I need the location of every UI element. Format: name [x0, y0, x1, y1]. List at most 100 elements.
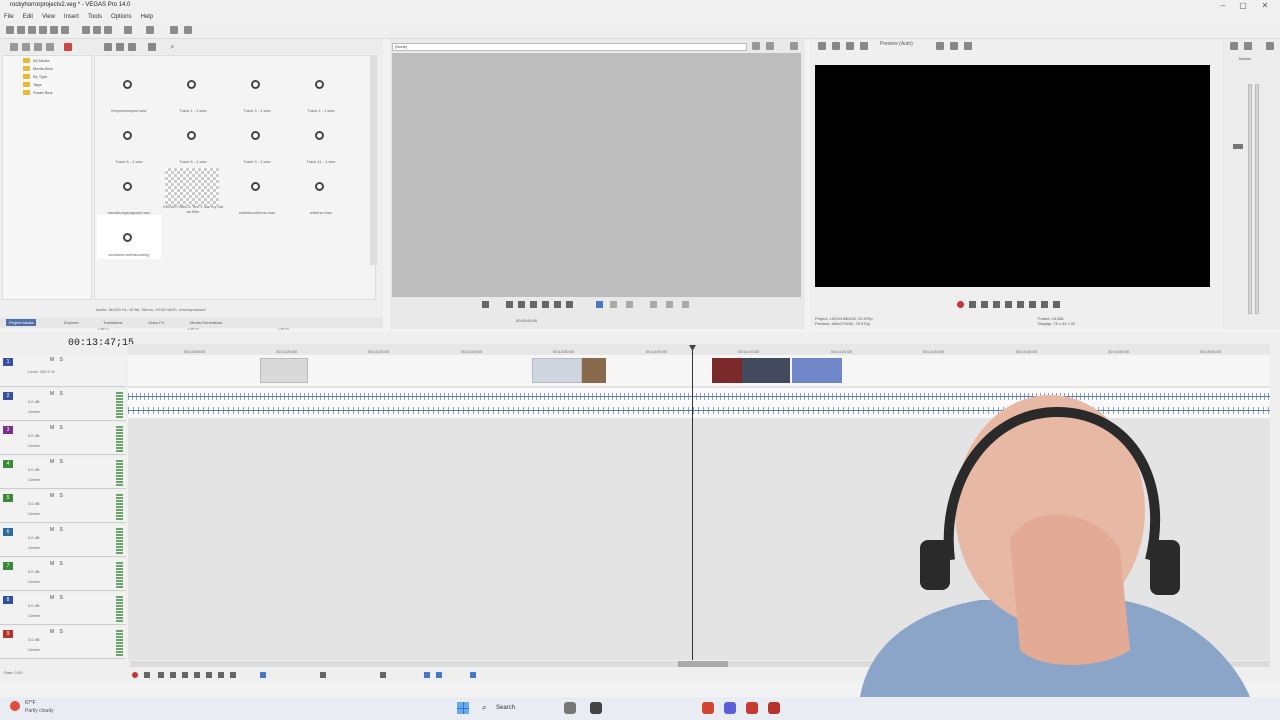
media-item[interactable]: transitionparagraph.wav: [97, 164, 157, 215]
maximize-button[interactable]: ▢: [1236, 1, 1250, 10]
weather-condition[interactable]: Partly cloudy: [25, 708, 54, 714]
close-button[interactable]: ✕: [1258, 1, 1272, 10]
tab-project-media[interactable]: Project Media: [6, 319, 37, 326]
video-clip[interactable]: [532, 358, 582, 383]
stop-icon[interactable]: [1017, 301, 1024, 308]
trim-icon[interactable]: [666, 301, 673, 308]
trimmer-add-icon[interactable]: [766, 42, 774, 50]
media-item[interactable]: Track 6 - 1.wav: [97, 113, 157, 164]
tree-item-media-bins[interactable]: Media Bins: [33, 66, 53, 71]
copy-snapshot-icon[interactable]: [964, 42, 972, 50]
properties-icon[interactable]: [61, 26, 69, 34]
track-header[interactable]: 2 M S 0.0 dB Center: [0, 389, 126, 421]
menu-insert[interactable]: Insert: [64, 12, 79, 22]
video-clip[interactable]: [742, 358, 790, 383]
properties-icon[interactable]: [818, 42, 826, 50]
media-scrollbar[interactable]: [370, 55, 377, 265]
weather-temp[interactable]: 67°F: [25, 700, 36, 706]
media-item[interactable]: whatshouldnme.wav: [225, 164, 285, 215]
split-icon[interactable]: [320, 672, 326, 678]
stop-preview-icon[interactable]: [116, 43, 124, 51]
track-buttons[interactable]: M S: [50, 459, 65, 465]
play-icon[interactable]: [993, 301, 1000, 308]
start-button[interactable]: [457, 702, 469, 714]
preview-quality-dropdown[interactable]: Preview (Auto): [880, 41, 913, 47]
media-item[interactable]: theyveescaped.wav: [97, 62, 157, 113]
discord-icon[interactable]: [724, 702, 736, 714]
trimmer-display[interactable]: [392, 53, 801, 297]
trimmer-close-icon[interactable]: [790, 42, 798, 50]
selection-icon[interactable]: [470, 672, 476, 678]
menu-options[interactable]: Options: [111, 12, 132, 22]
tree-item-all-media[interactable]: All Media: [33, 58, 49, 63]
record-icon[interactable]: [957, 301, 964, 308]
remove-media-icon[interactable]: [46, 43, 54, 51]
track-header[interactable]: 1 M S Level: 100.0 %: [0, 355, 126, 387]
master-close-icon[interactable]: [1266, 42, 1274, 50]
media-item[interactable]: whether.wav: [289, 164, 349, 215]
split-screen-icon[interactable]: [860, 42, 868, 50]
stop-icon[interactable]: [530, 301, 537, 308]
track-buttons[interactable]: M S: [50, 595, 65, 601]
tab-transitions[interactable]: Transitions: [103, 320, 122, 325]
prev-frame-icon[interactable]: [230, 672, 236, 678]
track-header[interactable]: 9 M S 0.0 dB Center: [0, 627, 126, 659]
search-icon[interactable]: ⌕: [170, 42, 174, 52]
delete-icon[interactable]: [64, 43, 72, 51]
next-frame-icon[interactable]: [554, 301, 561, 308]
loop-icon[interactable]: [482, 301, 489, 308]
media-item[interactable]: Track 8 - 1.wav: [161, 113, 221, 164]
menu-view[interactable]: View: [42, 12, 55, 22]
media-item[interactable]: VEGAS Titles & Text 1 use my cat as fill…: [161, 164, 223, 214]
track-buttons[interactable]: M S: [50, 391, 65, 397]
menu-help[interactable]: Help: [141, 12, 153, 22]
track-buttons[interactable]: M S: [50, 493, 65, 499]
play-icon[interactable]: [170, 672, 176, 678]
next-frame-icon[interactable]: [1041, 301, 1048, 308]
overlays-icon[interactable]: [936, 42, 944, 50]
file-explorer-icon[interactable]: [590, 702, 602, 714]
track-header[interactable]: 5 M S 0.0 dB Center: [0, 491, 126, 523]
auto-ripple-icon[interactable]: [436, 672, 442, 678]
highlight-icon[interactable]: [596, 301, 603, 308]
render-icon[interactable]: [50, 26, 58, 34]
trim-options-icon[interactable]: [682, 301, 689, 308]
add-to-timeline-icon[interactable]: [650, 301, 657, 308]
master-fx-icon[interactable]: [1230, 42, 1238, 50]
play-from-start-icon[interactable]: [158, 672, 164, 678]
open-icon[interactable]: [17, 26, 25, 34]
import-media-icon[interactable]: [10, 43, 18, 51]
tab-explorer[interactable]: Explorer: [64, 320, 79, 325]
menu-file[interactable]: File: [4, 12, 14, 22]
media-item[interactable]: Track 11 - 1.wav: [289, 113, 349, 164]
go-end-icon[interactable]: [566, 301, 573, 308]
media-item[interactable]: Track 1 - 1.wav: [161, 62, 221, 113]
video-clip[interactable]: [712, 358, 742, 383]
video-clip[interactable]: [582, 358, 606, 383]
trimmer-media-field[interactable]: (None): [392, 43, 747, 51]
media-item[interactable]: Track 9 - 1.wav: [225, 113, 285, 164]
go-end-icon[interactable]: [1053, 301, 1060, 308]
media-item[interactable]: wouldverrunthiscoming: [97, 215, 157, 257]
set-out-icon[interactable]: [626, 301, 633, 308]
loop-icon[interactable]: [144, 672, 150, 678]
track-buttons[interactable]: M S: [50, 561, 65, 567]
stop-icon[interactable]: [194, 672, 200, 678]
media-item[interactable]: Track 4 - 1.wav: [289, 62, 349, 113]
external-monitor-icon[interactable]: [832, 42, 840, 50]
track-header[interactable]: 6 M S 0.0 dB Center: [0, 525, 126, 557]
redo-icon[interactable]: [146, 26, 154, 34]
video-track[interactable]: [128, 355, 1270, 386]
fx-icon[interactable]: [846, 42, 854, 50]
prev-frame-icon[interactable]: [1029, 301, 1036, 308]
get-media-icon[interactable]: [34, 43, 42, 51]
track-buttons[interactable]: M S: [50, 425, 65, 431]
menu-edit[interactable]: Edit: [23, 12, 33, 22]
track-buttons[interactable]: M S: [50, 357, 65, 363]
tab-media-generators[interactable]: Media Generators: [190, 320, 222, 325]
auto-preview-icon[interactable]: [128, 43, 136, 51]
timeline-scroll-thumb[interactable]: [678, 661, 728, 667]
undo-icon[interactable]: [124, 26, 132, 34]
menu-tools[interactable]: Tools: [88, 12, 102, 22]
edit-tool-icon[interactable]: [260, 672, 266, 678]
